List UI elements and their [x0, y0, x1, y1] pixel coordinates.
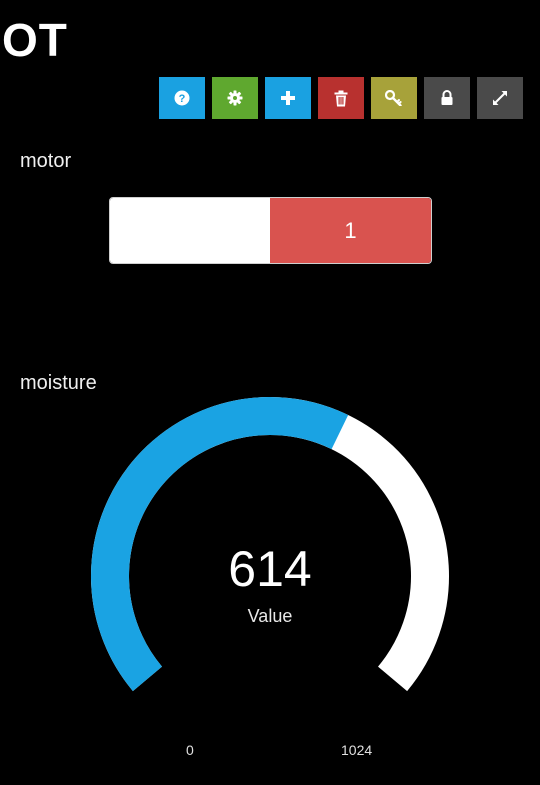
expand-icon	[493, 91, 507, 105]
delete-button[interactable]	[318, 77, 364, 119]
key-icon	[385, 90, 402, 106]
help-button[interactable]: ?	[159, 77, 205, 119]
app-title: OT	[2, 14, 68, 66]
motor-toggle-off-segment[interactable]	[110, 198, 270, 263]
gauge-value: 614	[228, 541, 312, 597]
add-button[interactable]	[265, 77, 311, 119]
gauge-max-label: 1024	[341, 742, 373, 758]
lock-button[interactable]	[424, 77, 470, 119]
key-button[interactable]	[371, 77, 417, 119]
motor-value: 1	[344, 217, 357, 243]
motor-label: motor	[20, 150, 72, 172]
fullscreen-button[interactable]	[477, 77, 523, 119]
motor-toggle[interactable]: 1	[109, 197, 432, 264]
plus-icon	[281, 91, 295, 105]
dashboard: OT ? motor 1 moisture 614 Value 0 1024	[0, 0, 540, 785]
gauge-min-label: 0	[186, 742, 194, 758]
lock-icon	[441, 90, 453, 105]
trash-icon	[334, 90, 348, 106]
motor-toggle-on-segment[interactable]: 1	[270, 198, 431, 263]
toolbar: ?	[159, 77, 523, 119]
gear-icon	[227, 90, 243, 106]
gauge-caption: Value	[247, 606, 293, 626]
svg-text:?: ?	[179, 93, 186, 105]
question-icon: ?	[174, 90, 190, 106]
settings-button[interactable]	[212, 77, 258, 119]
